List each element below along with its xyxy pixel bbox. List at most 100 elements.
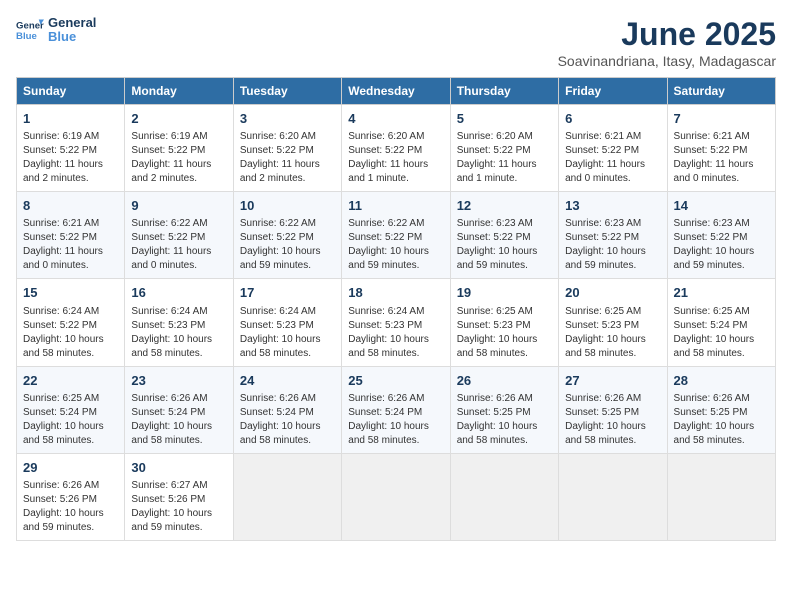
day-number: 6 — [565, 110, 660, 128]
day-cell: 18Sunrise: 6:24 AMSunset: 5:23 PMDayligh… — [342, 279, 450, 366]
day-info: Sunrise: 6:25 AM — [674, 305, 769, 319]
day-info: Sunrise: 6:24 AM — [131, 305, 226, 319]
day-info: Daylight: 10 hours and 58 minutes. — [131, 333, 226, 361]
day-info: Sunrise: 6:21 AM — [565, 130, 660, 144]
day-info: Sunset: 5:22 PM — [240, 231, 335, 245]
day-info: Sunrise: 6:20 AM — [348, 130, 443, 144]
day-info: Daylight: 11 hours and 1 minute. — [348, 158, 443, 186]
day-cell: 17Sunrise: 6:24 AMSunset: 5:23 PMDayligh… — [233, 279, 341, 366]
subtitle: Soavinandriana, Itasy, Madagascar — [558, 53, 776, 69]
day-info: Sunrise: 6:25 AM — [565, 305, 660, 319]
logo-line2: Blue — [48, 30, 96, 44]
day-number: 25 — [348, 372, 443, 390]
day-cell — [667, 453, 775, 540]
day-number: 3 — [240, 110, 335, 128]
day-info: Sunset: 5:24 PM — [348, 406, 443, 420]
day-info: Daylight: 11 hours and 0 minutes. — [131, 245, 226, 273]
day-cell: 11Sunrise: 6:22 AMSunset: 5:22 PMDayligh… — [342, 192, 450, 279]
day-number: 30 — [131, 459, 226, 477]
calendar-table: SundayMondayTuesdayWednesdayThursdayFrid… — [16, 77, 776, 541]
day-info: Daylight: 11 hours and 1 minute. — [457, 158, 552, 186]
day-cell: 7Sunrise: 6:21 AMSunset: 5:22 PMDaylight… — [667, 105, 775, 192]
day-number: 29 — [23, 459, 118, 477]
day-info: Sunrise: 6:20 AM — [240, 130, 335, 144]
day-info: Daylight: 10 hours and 58 minutes. — [240, 420, 335, 448]
day-info: Sunset: 5:26 PM — [131, 493, 226, 507]
day-number: 11 — [348, 197, 443, 215]
day-number: 8 — [23, 197, 118, 215]
main-title: June 2025 — [558, 16, 776, 53]
day-cell: 10Sunrise: 6:22 AMSunset: 5:22 PMDayligh… — [233, 192, 341, 279]
day-number: 5 — [457, 110, 552, 128]
day-number: 19 — [457, 284, 552, 302]
day-cell: 14 Sunrise: 6:23 AMSunset: 5:22 PMDayligh… — [667, 192, 775, 279]
day-info: Sunrise: 6:19 AM — [131, 130, 226, 144]
day-info: Sunset: 5:22 PM — [240, 144, 335, 158]
day-info: Sunset: 5:25 PM — [674, 406, 769, 420]
day-cell: 26Sunrise: 6:26 AMSunset: 5:25 PMDayligh… — [450, 366, 558, 453]
day-info: Sunset: 5:24 PM — [674, 319, 769, 333]
week-row-2: 8Sunrise: 6:21 AMSunset: 5:22 PMDaylight… — [17, 192, 776, 279]
day-info: Sunrise: 6:22 AM — [240, 217, 335, 231]
day-info: Sunrise: 6:23 AM — [674, 217, 769, 231]
col-header-saturday: Saturday — [667, 78, 775, 105]
day-cell — [450, 453, 558, 540]
day-info: Sunset: 5:22 PM — [23, 319, 118, 333]
day-info: Daylight: 10 hours and 59 minutes. — [23, 507, 118, 535]
day-info: Sunrise: 6:22 AM — [131, 217, 226, 231]
day-cell: 25Sunrise: 6:26 AMSunset: 5:24 PMDayligh… — [342, 366, 450, 453]
day-info: Sunset: 5:22 PM — [348, 231, 443, 245]
day-info: Sunrise: 6:23 AM — [457, 217, 552, 231]
logo: General Blue General Blue — [16, 16, 96, 45]
day-cell: 1Sunrise: 6:19 AMSunset: 5:22 PMDaylight… — [17, 105, 125, 192]
day-info: Daylight: 10 hours and 58 minutes. — [674, 333, 769, 361]
day-info: Daylight: 10 hours and 59 minutes. — [565, 245, 660, 273]
day-info: Daylight: 10 hours and 59 minutes. — [457, 245, 552, 273]
day-cell: 13Sunrise: 6:23 AMSunset: 5:22 PMDayligh… — [559, 192, 667, 279]
day-info: Sunset: 5:23 PM — [240, 319, 335, 333]
day-info: Sunset: 5:22 PM — [23, 144, 118, 158]
day-cell: 3 Sunrise: 6:20 AMSunset: 5:22 PMDaylight… — [233, 105, 341, 192]
day-info: Daylight: 11 hours and 2 minutes. — [240, 158, 335, 186]
day-info: Sunrise: 6:26 AM — [23, 479, 118, 493]
day-info: Sunset: 5:22 PM — [131, 144, 226, 158]
day-number: 14 — [674, 197, 769, 215]
day-number: 12 — [457, 197, 552, 215]
day-info: Daylight: 10 hours and 58 minutes. — [348, 333, 443, 361]
day-cell: 22Sunrise: 6:25 AMSunset: 5:24 PMDayligh… — [17, 366, 125, 453]
day-info: Daylight: 11 hours and 2 minutes. — [131, 158, 226, 186]
day-number: 21 — [674, 284, 769, 302]
day-cell: 12 Sunrise: 6:23 AMSunset: 5:22 PMDayligh… — [450, 192, 558, 279]
day-cell: 15Sunrise: 6:24 AMSunset: 5:22 PMDayligh… — [17, 279, 125, 366]
day-cell: 24Sunrise: 6:26 AMSunset: 5:24 PMDayligh… — [233, 366, 341, 453]
day-number: 24 — [240, 372, 335, 390]
day-info: Sunset: 5:22 PM — [565, 144, 660, 158]
day-cell: 23Sunrise: 6:26 AMSunset: 5:24 PMDayligh… — [125, 366, 233, 453]
day-number: 15 — [23, 284, 118, 302]
day-number: 26 — [457, 372, 552, 390]
day-info: Daylight: 10 hours and 59 minutes. — [348, 245, 443, 273]
day-number: 27 — [565, 372, 660, 390]
day-info: Sunrise: 6:24 AM — [23, 305, 118, 319]
day-info: Daylight: 10 hours and 59 minutes. — [674, 245, 769, 273]
day-info: Sunset: 5:22 PM — [457, 231, 552, 245]
day-info: Daylight: 10 hours and 58 minutes. — [457, 333, 552, 361]
day-info: Sunset: 5:22 PM — [674, 144, 769, 158]
day-cell: 5Sunrise: 6:20 AMSunset: 5:22 PMDaylight… — [450, 105, 558, 192]
day-info: Daylight: 10 hours and 58 minutes. — [565, 333, 660, 361]
day-number: 20 — [565, 284, 660, 302]
day-info: Sunrise: 6:20 AM — [457, 130, 552, 144]
header: General Blue General Blue June 2025 Soav… — [16, 16, 776, 69]
day-info: Sunrise: 6:25 AM — [457, 305, 552, 319]
week-row-3: 15Sunrise: 6:24 AMSunset: 5:22 PMDayligh… — [17, 279, 776, 366]
day-info: Sunset: 5:23 PM — [348, 319, 443, 333]
day-info: Sunrise: 6:21 AM — [23, 217, 118, 231]
day-number: 18 — [348, 284, 443, 302]
col-header-wednesday: Wednesday — [342, 78, 450, 105]
day-info: Sunrise: 6:19 AM — [23, 130, 118, 144]
day-cell: 21 Sunrise: 6:25 AMSunset: 5:24 PMDayligh… — [667, 279, 775, 366]
day-info: Daylight: 11 hours and 0 minutes. — [674, 158, 769, 186]
day-info: Sunset: 5:24 PM — [23, 406, 118, 420]
day-info: Sunset: 5:22 PM — [674, 231, 769, 245]
day-info: Daylight: 11 hours and 0 minutes. — [565, 158, 660, 186]
